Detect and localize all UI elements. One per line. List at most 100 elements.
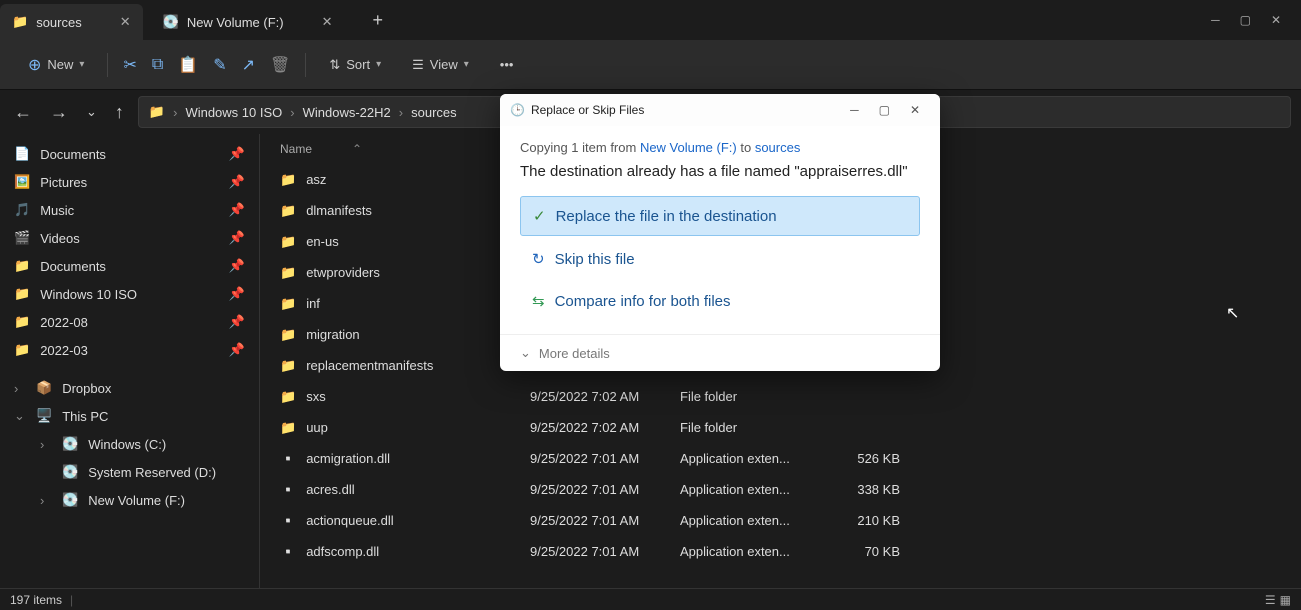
dialog-body: Copying 1 item from New Volume (F:) to s…: [500, 126, 940, 334]
crumb[interactable]: Windows-22H2: [303, 105, 391, 120]
file-row[interactable]: 📁uup9/25/2022 7:02 AMFile folder: [260, 412, 1301, 443]
tab-newvolume[interactable]: 💽 New Volume (F:) ✕: [151, 4, 345, 40]
chevron-icon[interactable]: ›: [14, 381, 26, 396]
more-button[interactable]: •••: [492, 53, 522, 76]
maximize-icon[interactable]: ▢: [1240, 13, 1251, 27]
folder-icon: 📁: [149, 104, 165, 120]
chevron-icon[interactable]: ›: [40, 493, 52, 508]
sidebar-item-system-reserved-d-[interactable]: 💽System Reserved (D:): [0, 458, 259, 486]
up-button[interactable]: ↑: [111, 98, 128, 127]
rename-icon[interactable]: ✎: [213, 55, 226, 75]
folder-icon: 📁: [14, 314, 30, 330]
paste-icon[interactable]: 📋: [178, 55, 198, 75]
sidebar-item-new-volume-f-[interactable]: ›💽New Volume (F:): [0, 486, 259, 514]
chevron-icon[interactable]: ›: [40, 437, 52, 452]
tab-label: New Volume (F:): [187, 15, 284, 30]
sidebar-item-this-pc[interactable]: ⌄🖥️This PC: [0, 402, 259, 430]
more-details[interactable]: ⌄ More details: [500, 334, 940, 371]
folder-icon: 📁: [280, 420, 296, 436]
close-window-icon[interactable]: ✕: [1271, 13, 1281, 27]
pc-icon: 🖥️: [36, 408, 52, 424]
file-row[interactable]: 📁sxs9/25/2022 7:02 AMFile folder: [260, 381, 1301, 412]
dst-link[interactable]: sources: [755, 140, 801, 155]
view-button[interactable]: ☰View▾: [404, 53, 477, 77]
forward-button[interactable]: →: [46, 98, 72, 127]
sidebar-item-dropbox[interactable]: ›📦Dropbox: [0, 374, 259, 402]
replace-option[interactable]: ✓ Replace the file in the destination: [520, 196, 920, 236]
folder-icon: 📁: [280, 296, 296, 312]
chevron-right-icon: ›: [290, 105, 294, 120]
minimize-icon[interactable]: ─: [1211, 13, 1220, 27]
doc-icon: 📄: [14, 146, 30, 162]
src-link[interactable]: New Volume (F:): [640, 140, 737, 155]
pin-icon[interactable]: 📌: [229, 146, 245, 162]
sidebar-item-2022-03[interactable]: 📁2022-03📌: [0, 336, 259, 364]
pic-icon: 🖼️: [14, 174, 30, 190]
tab-sources[interactable]: 📁 sources ✕: [0, 4, 143, 40]
sort-button[interactable]: ⇅Sort▾: [321, 53, 389, 77]
pin-icon[interactable]: 📌: [229, 230, 245, 246]
dropbox-icon: 📦: [36, 380, 52, 396]
pin-icon[interactable]: 📌: [229, 342, 245, 358]
pin-icon[interactable]: 📌: [229, 314, 245, 330]
sidebar-item-videos[interactable]: 🎬Videos📌: [0, 224, 259, 252]
recent-button[interactable]: ⌄: [82, 100, 101, 124]
chevron-down-icon: ▾: [464, 59, 469, 70]
sidebar-item-documents[interactable]: 📄Documents📌: [0, 140, 259, 168]
copy-icon[interactable]: ⧉: [152, 56, 163, 74]
drive-icon: 💽: [163, 14, 179, 30]
share-icon[interactable]: ↗: [242, 55, 255, 75]
col-name[interactable]: Name: [280, 142, 312, 156]
new-button[interactable]: ⊕New▾: [20, 51, 92, 79]
view-list-icon[interactable]: ☰: [1265, 593, 1276, 607]
back-button[interactable]: ←: [10, 98, 36, 127]
sidebar-item-music[interactable]: 🎵Music📌: [0, 196, 259, 224]
crumb[interactable]: sources: [411, 105, 457, 120]
close-icon[interactable]: ✕: [120, 14, 131, 30]
replace-skip-dialog: 🕒 Replace or Skip Files ─ ▢ ✕ Copying 1 …: [500, 94, 940, 371]
drive-icon: 💽: [62, 436, 78, 452]
drive-icon: 💽: [62, 492, 78, 508]
view-grid-icon[interactable]: ▦: [1280, 593, 1291, 607]
close-icon[interactable]: ✕: [322, 14, 333, 30]
folder-icon: 📁: [14, 286, 30, 302]
file-row[interactable]: ▫️adfscomp.dll9/25/2022 7:01 AMApplicati…: [260, 536, 1301, 567]
pin-icon[interactable]: 📌: [229, 202, 245, 218]
minimize-icon[interactable]: ─: [840, 103, 869, 117]
close-icon[interactable]: ✕: [900, 103, 930, 117]
chevron-down-icon: ▾: [79, 59, 84, 70]
pin-icon[interactable]: 📌: [229, 174, 245, 190]
delete-icon[interactable]: 🗑: [270, 55, 290, 75]
separator: [305, 53, 306, 77]
sidebar-item-pictures[interactable]: 🖼️Pictures📌: [0, 168, 259, 196]
sidebar-item-windows-10-iso[interactable]: 📁Windows 10 ISO📌: [0, 280, 259, 308]
cut-icon[interactable]: ✂: [123, 55, 136, 75]
folder-icon: 📁: [280, 172, 296, 188]
file-icon: ▫️: [280, 482, 296, 498]
file-row[interactable]: ▫️acres.dll9/25/2022 7:01 AMApplication …: [260, 474, 1301, 505]
video-icon: 🎬: [14, 230, 30, 246]
sidebar-item-2022-08[interactable]: 📁2022-08📌: [0, 308, 259, 336]
skip-icon: ↻: [532, 250, 545, 268]
file-icon: ▫️: [280, 513, 296, 529]
skip-option[interactable]: ↻ Skip this file: [520, 240, 920, 278]
chevron-icon[interactable]: ⌄: [14, 408, 26, 424]
folder-icon: 📁: [280, 358, 296, 374]
folder-icon: 📁: [280, 203, 296, 219]
new-tab-button[interactable]: +: [365, 10, 392, 31]
file-row[interactable]: ▫️acmigration.dll9/25/2022 7:01 AMApplic…: [260, 443, 1301, 474]
file-row[interactable]: ▫️actionqueue.dll9/25/2022 7:01 AMApplic…: [260, 505, 1301, 536]
maximize-icon[interactable]: ▢: [869, 103, 900, 117]
sidebar-item-documents[interactable]: 📁Documents📌: [0, 252, 259, 280]
pin-icon[interactable]: 📌: [229, 258, 245, 274]
drive-icon: 💽: [62, 464, 78, 480]
dialog-titlebar: 🕒 Replace or Skip Files ─ ▢ ✕: [500, 94, 940, 126]
sidebar-item-windows-c-[interactable]: ›💽Windows (C:): [0, 430, 259, 458]
music-icon: 🎵: [14, 202, 30, 218]
crumb[interactable]: Windows 10 ISO: [185, 105, 282, 120]
mouse-cursor: ↖: [1226, 303, 1239, 323]
folder-icon: 📁: [280, 327, 296, 343]
compare-option[interactable]: ⇆ Compare info for both files: [520, 282, 920, 320]
separator: [107, 53, 108, 77]
pin-icon[interactable]: 📌: [229, 286, 245, 302]
